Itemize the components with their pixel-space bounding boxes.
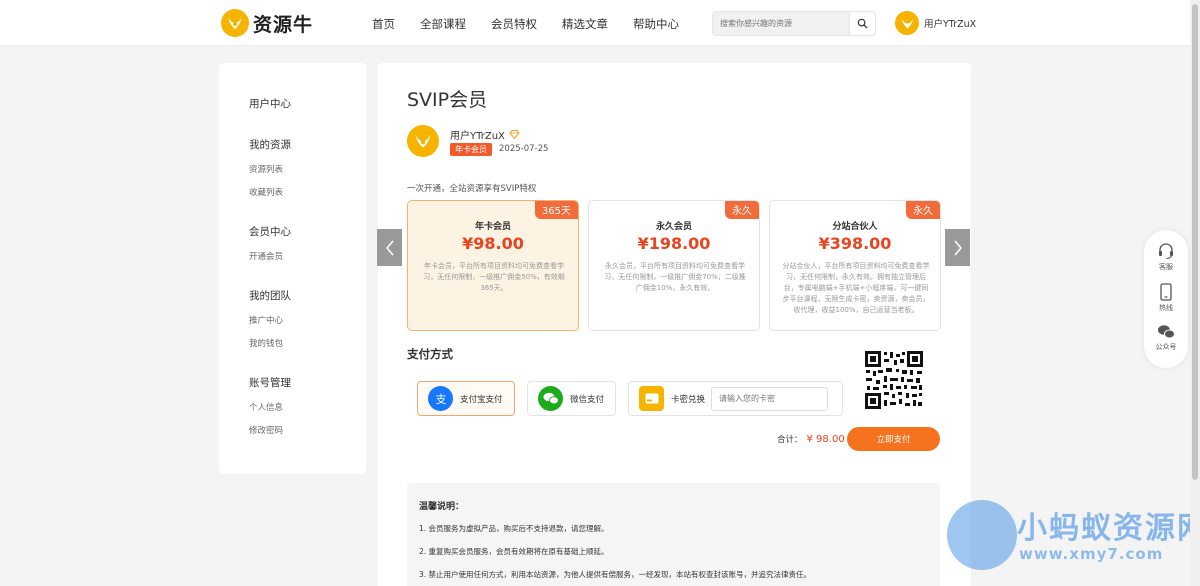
scrollbar-thumb[interactable] [1192, 4, 1198, 480]
hotline-label: 热线 [1159, 304, 1173, 312]
customer-service-label: 客服 [1159, 263, 1173, 271]
plan-tag: 永久 [725, 201, 759, 219]
plan-price: ¥398.00 [818, 234, 892, 253]
member-expire-date: 2025-07-25 [499, 144, 549, 154]
plan-description: 一次开通，全站资源享有SVIP特权 [407, 184, 537, 194]
sidebar-item-profile[interactable]: 个人信息 [249, 401, 283, 413]
notice-item: 1. 会员服务为虚拟产品，购买后不支持退款，请您理解。 [419, 524, 609, 533]
plan-card-partner[interactable]: 永久 分站合伙人 ¥398.00 分站合伙人，平台所有项目资料均可免费查看学习，… [769, 200, 941, 331]
member-badge: 年卡会员 [450, 143, 492, 156]
plan-price: ¥198.00 [637, 234, 711, 253]
floating-toolbar: 客服 热线 公众号 [1144, 230, 1188, 368]
sidebar-group-team: 我的团队 [249, 290, 291, 302]
search-input[interactable] [713, 12, 849, 35]
wechat-icon [1158, 325, 1175, 339]
card-redeem-option[interactable]: 卡密兑换 [628, 381, 843, 416]
plan-desc: 分站合伙人，平台所有项目资料均可免费查看学习，无任何限制，永久有效。拥有独立管理… [782, 262, 930, 314]
plan-desc: 年卡会员，平台所有项目资料均可免费查看学习，无任何限制，一级推广佣金50%，有效… [423, 262, 565, 292]
alipay-option[interactable]: 支 支付宝支付 [417, 381, 515, 416]
nav-all-courses[interactable]: 全部课程 [420, 16, 466, 32]
chevron-left-icon [385, 240, 394, 255]
sidebar-item-wallet[interactable]: 我的钱包 [249, 337, 283, 349]
nav-help-center[interactable]: 帮助中心 [633, 16, 679, 32]
card-icon [639, 386, 664, 411]
sidebar-item-promotion[interactable]: 推广中心 [249, 314, 283, 326]
nav-member-privileges[interactable]: 会员特权 [491, 16, 537, 32]
site-logo[interactable]: 资源牛 [221, 9, 313, 37]
nav-home[interactable]: 首页 [372, 16, 395, 32]
plan-card-lifetime[interactable]: 永久 永久会员 ¥198.00 永久会员，平台所有项目资料均可免费查看学习，无任… [588, 200, 760, 331]
sidebar-item-open-member[interactable]: 开通会员 [249, 250, 283, 262]
nav-featured-articles[interactable]: 精选文章 [562, 16, 608, 32]
plan-card-annual[interactable]: 365天 年卡会员 ¥98.00 年卡会员，平台所有项目资料均可免费查看学习，无… [407, 200, 579, 331]
plan-desc: 永久会员，平台所有项目资料均可免费查看学习，无任何限制，一级推广佣金70%，二级… [604, 262, 746, 292]
phone-icon [1160, 283, 1172, 301]
avatar [407, 125, 439, 157]
alipay-icon: 支 [428, 386, 453, 411]
logo-text: 资源牛 [253, 13, 314, 36]
plan-tag: 365天 [534, 201, 578, 219]
card-redeem-label: 卡密兑换 [671, 394, 706, 405]
user-sidebar: 用户中心 我的资源 资源列表 收藏列表 会员中心 开通会员 我的团队 推广中心 … [219, 63, 366, 474]
wechat-pay-label: 微信支付 [570, 394, 605, 405]
plan-name: 年卡会员 [474, 222, 511, 232]
notice-item: 2. 重复购买会员服务，会员有效期将在原有基础上顺延。 [419, 547, 609, 556]
sidebar-user-center[interactable]: 用户中心 [249, 96, 291, 111]
wechat-icon [538, 386, 563, 411]
user-menu[interactable]: 用户YTrZuX [895, 11, 976, 35]
alipay-label: 支付宝支付 [460, 394, 503, 405]
search-box [712, 11, 876, 36]
member-username: 用户YTrZuX [450, 127, 520, 142]
carousel-prev-button[interactable] [377, 229, 402, 266]
total-amount: ¥ 98.00 [806, 434, 845, 445]
official-account-label: 公众号 [1155, 343, 1177, 351]
hotline-button[interactable]: 热线 [1144, 283, 1188, 313]
page-scrollbar[interactable] [1190, 0, 1200, 586]
search-button[interactable] [849, 12, 875, 35]
sidebar-group-member: 会员中心 [249, 226, 291, 238]
sidebar-item-change-password[interactable]: 修改密码 [249, 424, 283, 436]
diamond-icon [509, 130, 520, 139]
top-header: 资源牛 首页 全部课程 会员特权 精选文章 帮助中心 用户YTrZuX [0, 0, 1200, 46]
avatar [895, 11, 919, 35]
svip-panel: SVIP会员 用户YTrZuX 年卡会员 2025-07-25 一次开通，全站资… [378, 63, 971, 586]
card-code-input[interactable] [711, 386, 829, 411]
sidebar-item-resource-list[interactable]: 资源列表 [249, 163, 283, 175]
plan-name: 分站合伙人 [832, 222, 878, 232]
member-username-text: 用户YTrZuX [450, 131, 505, 142]
order-total: 合计： ¥ 98.00 [777, 433, 845, 445]
notice-box: 温馨说明： 1. 会员服务为虚拟产品，购买后不支持退款，请您理解。 2. 重复购… [407, 483, 940, 586]
bull-logo-icon [221, 9, 249, 37]
total-label: 合计： [777, 435, 803, 445]
payment-title: 支付方式 [407, 347, 453, 361]
chevron-right-icon [953, 240, 962, 255]
carousel-next-button[interactable] [945, 229, 970, 266]
notice-title: 温馨说明： [419, 502, 465, 512]
sidebar-group-resources: 我的资源 [249, 139, 291, 151]
watermark-logo-icon [947, 500, 1017, 570]
page-title: SVIP会员 [407, 89, 488, 111]
official-account-button[interactable]: 公众号 [1144, 324, 1188, 352]
sidebar-group-account: 账号管理 [249, 377, 291, 389]
plan-name: 永久会员 [655, 222, 692, 232]
main-nav: 首页 全部课程 会员特权 精选文章 帮助中心 [372, 16, 704, 32]
qr-code [864, 350, 924, 410]
svg-text:支: 支 [435, 393, 446, 406]
pay-now-button[interactable]: 立即支付 [847, 427, 940, 451]
search-icon [857, 18, 868, 29]
plan-tag: 永久 [906, 201, 940, 219]
headset-icon [1159, 243, 1173, 260]
header-username: 用户YTrZuX [924, 19, 977, 30]
sidebar-item-favorites[interactable]: 收藏列表 [249, 186, 283, 198]
plan-price: ¥98.00 [462, 234, 524, 253]
notice-item: 3. 禁止用户使用任何方式，利用本站资源，为他人提供有偿服务，一经发现，本站有权… [419, 570, 812, 579]
customer-service-button[interactable]: 客服 [1144, 242, 1188, 272]
watermark: 小蚂蚁资源网 www.xmy7.com [947, 497, 1200, 583]
watermark-text: 小蚂蚁资源网 [1017, 511, 1200, 546]
wechat-pay-option[interactable]: 微信支付 [527, 381, 616, 416]
watermark-url: www.xmy7.com [1019, 545, 1164, 563]
